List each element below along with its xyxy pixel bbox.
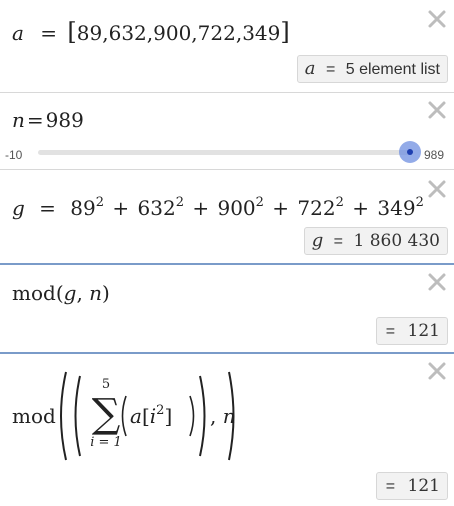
plus-sign: + bbox=[112, 196, 130, 220]
term: 7222 bbox=[297, 195, 344, 220]
close-icon[interactable] bbox=[426, 8, 448, 30]
slider-track[interactable] bbox=[38, 150, 410, 155]
result-variable: g bbox=[311, 230, 324, 251]
mod-function-name: mod bbox=[12, 404, 56, 428]
close-icon[interactable] bbox=[426, 360, 448, 382]
summand: a[i2] bbox=[130, 403, 173, 428]
plus-sign: + bbox=[272, 196, 290, 220]
slider-min-label: -10 bbox=[5, 148, 23, 162]
variable-name: g bbox=[12, 196, 25, 220]
outer-open-paren bbox=[60, 371, 81, 461]
sum-upper-limit: 5 bbox=[101, 377, 111, 392]
result-chip-mod2[interactable]: = 121 bbox=[375, 472, 448, 500]
equals-sign: = bbox=[39, 196, 56, 220]
result-value: 121 bbox=[407, 321, 440, 341]
result-equals: = bbox=[325, 61, 336, 78]
term: 3492 bbox=[377, 195, 424, 220]
result-chip-mod1[interactable]: = 121 bbox=[375, 317, 448, 345]
g-definition[interactable]: g = 892 + 6322 + 9002 + 7222 + 3492 bbox=[12, 195, 424, 220]
slider-handle-dot bbox=[407, 149, 413, 155]
argument-g: g bbox=[63, 281, 77, 305]
open-bracket: [ bbox=[67, 18, 77, 46]
equals-sign: = bbox=[40, 21, 58, 45]
slider-value: 989 bbox=[45, 108, 84, 132]
term: 892 bbox=[70, 195, 105, 220]
result-chip-a[interactable]: a = 5 element list bbox=[296, 55, 448, 83]
algebra-row-mod-g-n[interactable]: mod(g, n) = 121 bbox=[0, 265, 454, 352]
result-value: 121 bbox=[407, 476, 440, 496]
result-value: 1 860 430 bbox=[353, 231, 440, 251]
close-icon[interactable] bbox=[426, 271, 448, 293]
slider-max-label: 989 bbox=[424, 148, 445, 162]
plus-sign: + bbox=[352, 196, 370, 220]
variable-name: a bbox=[12, 21, 24, 45]
close-icon[interactable] bbox=[426, 178, 448, 200]
list-values: 89,632,900,722,349 bbox=[76, 21, 281, 45]
result-equals: = bbox=[333, 233, 344, 250]
result-equals: = bbox=[385, 478, 396, 495]
algebra-row-mod-sum[interactable]: mod 5 ∑ i = 1 a[i2] , n = 121 bbox=[0, 354, 454, 506]
algebra-row-g[interactable]: g = 892 + 6322 + 9002 + 7222 + 3492 g = … bbox=[0, 170, 454, 262]
plus-sign: + bbox=[192, 196, 210, 220]
algebra-view: a = [89,632,900,722,349] a = 5 element l… bbox=[0, 0, 454, 506]
algebra-row-n[interactable]: n = 989 -10 989 bbox=[0, 93, 454, 169]
sum-lower-limit: i = 1 bbox=[90, 435, 122, 450]
list-definition[interactable]: a = [89,632,900,722,349] bbox=[12, 18, 290, 46]
slider-definition[interactable]: n = 989 bbox=[12, 108, 84, 132]
function-name: mod bbox=[12, 281, 56, 305]
outer-close-paren bbox=[228, 371, 235, 461]
variable-name: n bbox=[12, 108, 25, 132]
result-equals: = bbox=[385, 323, 396, 340]
mod-expression[interactable]: mod(g, n) bbox=[12, 281, 110, 305]
equals-sign: = bbox=[26, 108, 44, 132]
term: 9002 bbox=[217, 195, 264, 220]
close-icon[interactable] bbox=[426, 99, 448, 121]
term: 6322 bbox=[137, 195, 184, 220]
result-variable: a bbox=[304, 58, 316, 79]
result-text: 5 element list bbox=[345, 61, 440, 78]
argument-n: n bbox=[89, 281, 103, 305]
inner-open-paren bbox=[121, 395, 127, 437]
result-chip-g[interactable]: g = 1 860 430 bbox=[303, 227, 448, 255]
close-bracket: ] bbox=[280, 18, 290, 46]
algebra-row-a[interactable]: a = [89,632,900,722,349] a = 5 element l… bbox=[0, 0, 454, 92]
